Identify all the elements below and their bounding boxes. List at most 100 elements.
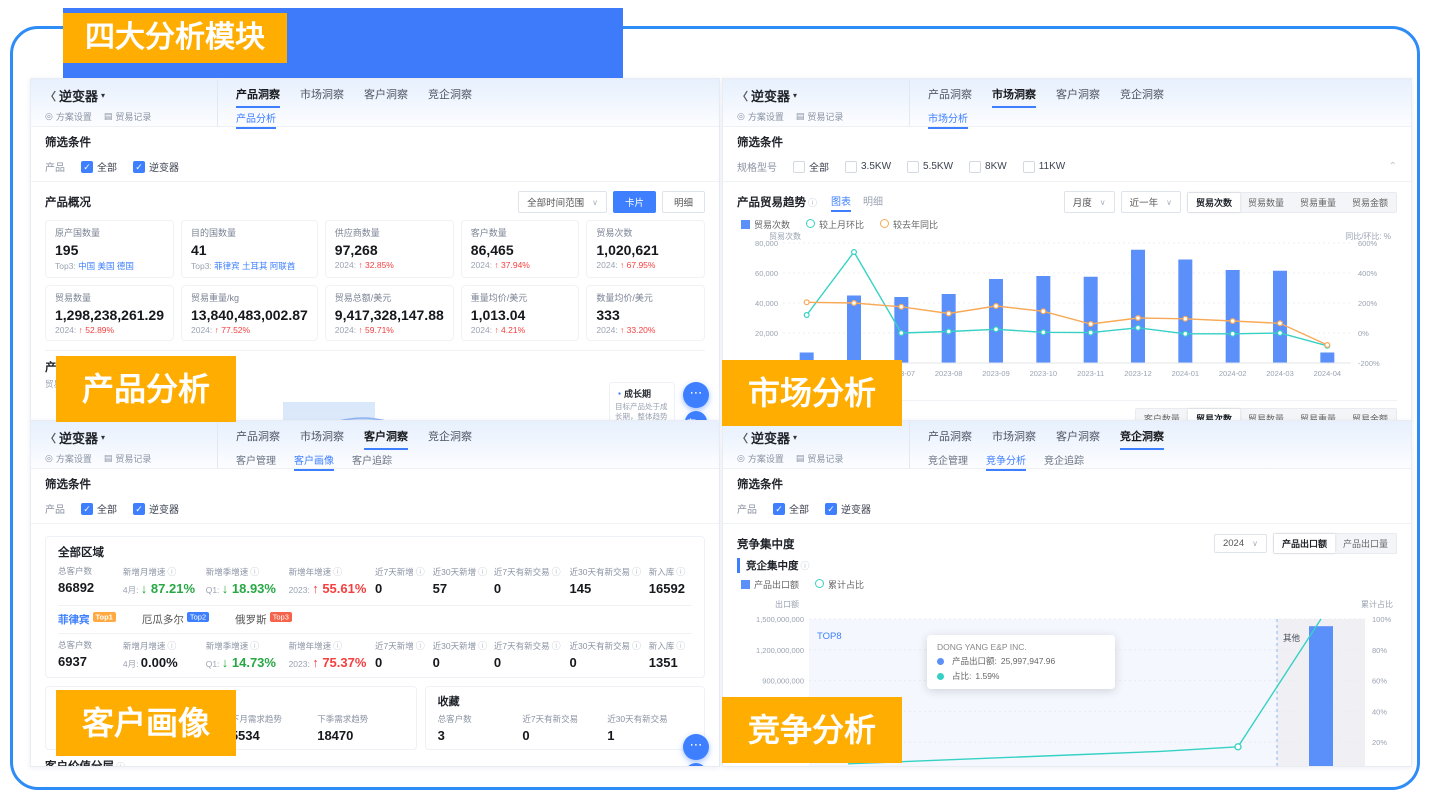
- info-icon[interactable]: ⓘ: [167, 567, 176, 577]
- checkbox-icon[interactable]: [907, 161, 919, 173]
- tab-2[interactable]: 客户洞察: [1056, 86, 1100, 108]
- info-icon[interactable]: ⓘ: [676, 641, 685, 651]
- metric-card[interactable]: 重量均价/美元1,013.042024: ↑ 4.21%: [461, 285, 580, 341]
- checkbox-icon[interactable]: ✓: [81, 503, 93, 515]
- info-icon[interactable]: ⓘ: [250, 641, 259, 651]
- trade-record-link[interactable]: ▤贸易记录: [796, 110, 844, 123]
- metric-card[interactable]: 贸易数量1,298,238,261.292024: ↑ 52.89%: [45, 285, 174, 341]
- back-icon[interactable]: 〈: [737, 430, 748, 446]
- checkbox-icon[interactable]: ✓: [825, 503, 837, 515]
- metric-card[interactable]: 供应商数量97,2682024: ↑ 32.85%: [325, 220, 454, 278]
- checkbox-全部[interactable]: ✓全部: [81, 159, 117, 174]
- checkbox-icon[interactable]: [1023, 161, 1035, 173]
- checkbox-11KW[interactable]: 11KW: [1023, 161, 1066, 173]
- checkbox-icon[interactable]: ✓: [133, 503, 145, 515]
- info-icon[interactable]: ⓘ: [478, 567, 487, 577]
- online-service-button[interactable]: 在线客服: [685, 763, 707, 767]
- checkbox-icon[interactable]: [845, 161, 857, 173]
- country-tab-1[interactable]: 厄瓜多尔Top2: [142, 612, 209, 627]
- info-icon[interactable]: ⓘ: [478, 641, 487, 651]
- info-icon[interactable]: ⓘ: [552, 567, 561, 577]
- subtab-1[interactable]: 客户画像: [294, 452, 334, 471]
- legend-item[interactable]: 产品出口额: [741, 578, 799, 591]
- info-icon[interactable]: ⓘ: [250, 567, 259, 577]
- back-icon[interactable]: 〈: [45, 88, 56, 104]
- product-selector[interactable]: 〈逆变器▾: [737, 428, 909, 447]
- chat-bubble-icon[interactable]: ⋯: [683, 734, 709, 760]
- trade-record-link[interactable]: ▤贸易记录: [104, 110, 152, 123]
- metric-card[interactable]: 贸易总额/美元9,417,328,147.882024: ↑ 59.71%: [325, 285, 454, 341]
- detail-view-button[interactable]: 明细: [662, 191, 705, 213]
- metric-card[interactable]: 数量均价/美元3332024: ↑ 33.20%: [586, 285, 705, 341]
- info-icon[interactable]: ⓘ: [808, 196, 817, 209]
- metric-card[interactable]: 目的国数量41Top3: 菲律宾 土耳其 阿联酋: [181, 220, 318, 278]
- checkbox-全部[interactable]: ✓全部: [81, 501, 117, 516]
- tab-2[interactable]: 客户洞察: [364, 86, 408, 108]
- checkbox-全部[interactable]: ✓全部: [773, 501, 809, 516]
- collapse-icon[interactable]: ⌃: [1389, 161, 1397, 172]
- metric-button-3[interactable]: 贸易金额: [1344, 193, 1396, 212]
- checkbox-icon[interactable]: [969, 161, 981, 173]
- tab-3[interactable]: 竞企洞察: [1120, 428, 1164, 450]
- tab-2[interactable]: 客户洞察: [364, 428, 408, 450]
- metric-button-2[interactable]: 贸易重量: [1292, 193, 1344, 212]
- tab-1[interactable]: 市场洞察: [992, 86, 1036, 108]
- legend-item[interactable]: 贸易次数: [741, 218, 790, 231]
- checkbox-逆变器[interactable]: ✓逆变器: [133, 501, 179, 516]
- info-icon[interactable]: ⓘ: [167, 641, 176, 651]
- year-select[interactable]: 2024∨: [1214, 534, 1267, 553]
- online-service-widget[interactable]: ⋯ 在线客服: [683, 382, 709, 422]
- tab-1[interactable]: 市场洞察: [992, 428, 1036, 450]
- subtab-1[interactable]: 竞争分析: [986, 452, 1026, 471]
- subtab-0[interactable]: 市场分析: [928, 110, 968, 129]
- checkbox-逆变器[interactable]: ✓逆变器: [133, 159, 179, 174]
- metric-card[interactable]: 贸易重量/kg13,840,483,002.872024: ↑ 77.52%: [181, 285, 318, 341]
- back-icon[interactable]: 〈: [737, 88, 748, 104]
- scheme-setting-link[interactable]: ◎方案设置: [737, 110, 784, 123]
- period-select[interactable]: 月度∨: [1064, 191, 1115, 213]
- checkbox-icon[interactable]: ✓: [133, 161, 145, 173]
- subtab-0[interactable]: 客户管理: [236, 452, 276, 471]
- info-icon[interactable]: ⓘ: [416, 567, 425, 577]
- metric-button-0[interactable]: 贸易次数: [1188, 193, 1240, 212]
- checkbox-3.5KW[interactable]: 3.5KW: [845, 161, 891, 173]
- metric-button-1[interactable]: 贸易数量: [1240, 193, 1292, 212]
- metric-card[interactable]: 贸易次数1,020,6212024: ↑ 67.95%: [586, 220, 705, 278]
- subtab-2[interactable]: 客户追踪: [352, 452, 392, 471]
- tab-3[interactable]: 竞企洞察: [428, 86, 472, 108]
- checkbox-5.5KW[interactable]: 5.5KW: [907, 161, 953, 173]
- tab-1[interactable]: 市场洞察: [300, 86, 344, 108]
- checkbox-逆变器[interactable]: ✓逆变器: [825, 501, 871, 516]
- chat-bubble-icon[interactable]: ⋯: [683, 382, 709, 408]
- metric-button-0[interactable]: 产品出口额: [1274, 534, 1335, 553]
- view-tab-0[interactable]: 图表: [831, 193, 851, 212]
- metric-card[interactable]: 客户数量86,4652024: ↑ 37.94%: [461, 220, 580, 278]
- info-icon[interactable]: ⓘ: [333, 567, 342, 577]
- legend-item[interactable]: 较上月环比: [806, 218, 864, 231]
- info-icon[interactable]: ⓘ: [552, 641, 561, 651]
- back-icon[interactable]: 〈: [45, 430, 56, 446]
- trade-record-link[interactable]: ▤贸易记录: [796, 452, 844, 465]
- country-tab-0[interactable]: 菲律宾Top1: [58, 612, 116, 627]
- info-icon[interactable]: ⓘ: [676, 567, 685, 577]
- tab-2[interactable]: 客户洞察: [1056, 428, 1100, 450]
- scheme-setting-link[interactable]: ◎方案设置: [45, 452, 92, 465]
- tab-0[interactable]: 产品洞察: [236, 428, 280, 450]
- tab-0[interactable]: 产品洞察: [928, 86, 972, 108]
- card-view-button[interactable]: 卡片: [613, 191, 656, 213]
- metric-card[interactable]: 原产国数量195Top3: 中国 美国 德国: [45, 220, 174, 278]
- tab-0[interactable]: 产品洞察: [236, 86, 280, 108]
- checkbox-icon[interactable]: [793, 161, 805, 173]
- tab-1[interactable]: 市场洞察: [300, 428, 344, 450]
- product-selector[interactable]: 〈逆变器▾: [45, 86, 217, 105]
- tab-3[interactable]: 竞企洞察: [1120, 86, 1164, 108]
- view-tab-1[interactable]: 明细: [863, 193, 883, 212]
- checkbox-icon[interactable]: ✓: [773, 503, 785, 515]
- scheme-setting-link[interactable]: ◎方案设置: [45, 110, 92, 123]
- metric-button-1[interactable]: 产品出口量: [1335, 534, 1396, 553]
- checkbox-icon[interactable]: ✓: [81, 161, 93, 173]
- time-range-select[interactable]: 全部时间范围∨: [518, 191, 607, 213]
- info-icon[interactable]: ⓘ: [116, 760, 125, 768]
- info-icon[interactable]: ⓘ: [416, 641, 425, 651]
- info-icon[interactable]: ⓘ: [801, 559, 810, 572]
